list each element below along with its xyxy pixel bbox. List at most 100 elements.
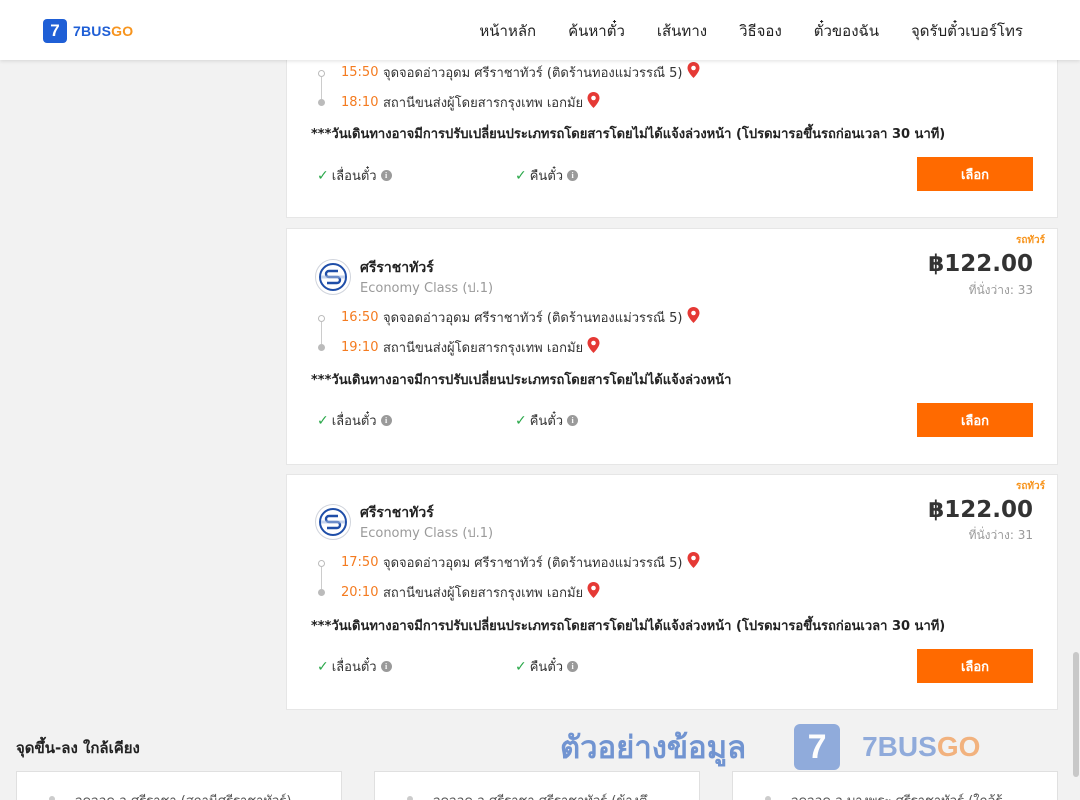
nearby-stop-card[interactable]: จุดจอด อ.ศรีราชา ศรีราชาทัวร์ (ข้างตึ (374, 771, 700, 800)
nav-routes[interactable]: เส้นทาง (657, 19, 707, 43)
seats-available: ที่นั่งว่าง: 33 (968, 283, 1033, 297)
arrive-dot (318, 589, 325, 596)
depart-dot (318, 560, 325, 567)
check-icon: ✓ (317, 167, 329, 184)
logo-mark: 7 (43, 19, 67, 43)
bus-class: Economy Class (ป.1) (360, 281, 494, 296)
arrive-row: 19:10 สถานีขนส่งผู้โดยสารกรุงเทพ เอกมัย (341, 337, 600, 357)
check-icon: ✓ (515, 658, 527, 675)
map-pin-icon[interactable] (587, 337, 600, 357)
stop-dot (765, 796, 771, 800)
info-icon[interactable]: i (380, 170, 392, 181)
nav-home[interactable]: หน้าหลัก (479, 19, 536, 43)
arrive-dot (318, 99, 325, 106)
operator-logo (315, 259, 351, 295)
top-header: 7 7BUSGO หน้าหลัก ค้นหาตั๋ว เส้นทาง วิธี… (0, 0, 1080, 60)
ticket-price: ฿122.00 (928, 251, 1033, 277)
operator-logo (315, 504, 351, 540)
arrive-place: สถานีขนส่งผู้โดยสารกรุงเทพ เอกมัย (383, 585, 584, 601)
check-icon: ✓ (317, 412, 329, 429)
depart-place: จุดจอดอ่าวอุดม ศรีราชาทัวร์ (ติดร้านทองแ… (383, 555, 683, 571)
map-pin-icon[interactable] (687, 552, 700, 572)
refund-ticket-option: ✓ คืนตั๋ว i (515, 165, 579, 186)
check-icon: ✓ (515, 412, 527, 429)
map-pin-icon[interactable] (687, 307, 700, 327)
depart-row: 16:50 จุดจอดอ่าวอุดม ศรีราชาทัวร์ (ติดร้… (341, 307, 700, 327)
arrive-time: 19:10 (341, 339, 379, 355)
logo-text: 7BUSGO (73, 23, 134, 39)
sample-data-watermark: ตัวอย่างข้อมูล 7 7BUSGO (560, 722, 980, 772)
refund-ticket-label: คืนตั๋ว (529, 660, 564, 675)
page-scrollbar[interactable] (1072, 60, 1080, 800)
select-button[interactable]: เลือก (917, 649, 1033, 683)
route-line (321, 567, 322, 589)
check-icon: ✓ (515, 167, 527, 184)
map-pin-icon[interactable] (587, 92, 600, 112)
nearby-stops-title: จุดขึ้น-ลง ใกล้เคียง (16, 739, 140, 757)
depart-dot (318, 70, 325, 77)
depart-place: จุดจอดอ่าวอุดม ศรีราชาทัวร์ (ติดร้านทองแ… (383, 65, 683, 81)
route-line (321, 77, 322, 99)
trip-note: ***วันเดินทางอาจมีการปรับเปลี่ยนประเภทรถ… (311, 619, 946, 634)
change-ticket-label: เลื่อนตั๋ว (331, 660, 377, 675)
nav-ticket-pickup[interactable]: จุดรับตั๋วเบอร์โทร (911, 19, 1023, 43)
scroll-thumb[interactable] (1073, 652, 1079, 777)
trip-card: รถทัวร์ ศรีราชาทัวร์ Economy Class (ป.1)… (286, 228, 1058, 465)
trip-note: ***วันเดินทางอาจมีการปรับเปลี่ยนประเภทรถ… (311, 127, 946, 142)
watermark-logo-mark: 7 (794, 724, 841, 770)
refund-ticket-label: คืนตั๋ว (529, 169, 564, 184)
ticket-price: ฿122.00 (928, 497, 1033, 523)
bus-class: Economy Class (ป.1) (360, 526, 494, 541)
trip-card: รถทัวร์ ศรีราชาทัวร์ Economy Class (ป.1)… (286, 474, 1058, 710)
depart-dot (318, 315, 325, 322)
info-icon[interactable]: i (380, 415, 392, 426)
nav-search-ticket[interactable]: ค้นหาตั๋ว (568, 19, 625, 43)
map-pin-icon[interactable] (687, 62, 700, 82)
refund-ticket-option: ✓ คืนตั๋ว i (515, 410, 579, 431)
nav-how-to-book[interactable]: วิธีจอง (739, 19, 782, 43)
nav-my-tickets[interactable]: ตั๋วของฉัน (814, 19, 879, 43)
change-ticket-option: ✓ เลื่อนตั๋ว i (317, 165, 392, 186)
depart-time: 17:50 (341, 554, 379, 570)
info-icon[interactable]: i (380, 661, 392, 672)
change-ticket-option: ✓ เลื่อนตั๋ว i (317, 410, 392, 431)
seats-available: ที่นั่งว่าง: 31 (968, 528, 1033, 542)
depart-row: 15:50 จุดจอดอ่าวอุดม ศรีราชาทัวร์ (ติดร้… (341, 62, 700, 82)
arrive-row: 20:10 สถานีขนส่งผู้โดยสารกรุงเทพ เอกมัย (341, 582, 600, 602)
refund-ticket-label: คืนตั๋ว (529, 414, 564, 429)
watermark-text: ตัวอย่างข้อมูล (560, 730, 747, 766)
nearby-stop-card[interactable]: จุดจอด อ.บางพระ ศรีราชาทัวร์ (ใกล้ร้ (732, 771, 1058, 800)
select-button[interactable]: เลือก (917, 403, 1033, 437)
trip-note: ***วันเดินทางอาจมีการปรับเปลี่ยนประเภทรถ… (311, 373, 732, 388)
arrive-place: สถานีขนส่งผู้โดยสารกรุงเทพ เอกมัย (383, 95, 584, 111)
operator-name: ศรีราชาทัวร์ (360, 260, 434, 276)
arrive-dot (318, 344, 325, 351)
depart-row: 17:50 จุดจอดอ่าวอุดม ศรีราชาทัวร์ (ติดร้… (341, 552, 700, 572)
arrive-place: สถานีขนส่งผู้โดยสารกรุงเทพ เอกมัย (383, 340, 584, 356)
info-icon[interactable]: i (567, 170, 579, 181)
nearby-stop-name: จุดจอด อ.ศรีราชา (สถานีศรีราชาทัวร์) (75, 790, 291, 800)
arrive-time: 18:10 (341, 94, 379, 110)
stop-dot (49, 796, 55, 800)
change-ticket-option: ✓ เลื่อนตั๋ว i (317, 656, 392, 677)
change-ticket-label: เลื่อนตั๋ว (331, 169, 377, 184)
main-nav: หน้าหลัก ค้นหาตั๋ว เส้นทาง วิธีจอง ตั๋วข… (479, 19, 1023, 43)
info-icon[interactable]: i (567, 415, 579, 426)
nearby-stop-name: จุดจอด อ.ศรีราชา ศรีราชาทัวร์ (ข้างตึ (433, 790, 647, 800)
nearby-stop-name: จุดจอด อ.บางพระ ศรีราชาทัวร์ (ใกล้ร้ (791, 790, 1002, 800)
trip-card: 15:50 จุดจอดอ่าวอุดม ศรีราชาทัวร์ (ติดร้… (286, 40, 1058, 218)
bus-type-badge: รถทัวร์ (1015, 235, 1045, 246)
depart-time: 16:50 (341, 309, 379, 325)
arrive-row: 18:10 สถานีขนส่งผู้โดยสารกรุงเทพ เอกมัย (341, 92, 600, 112)
info-icon[interactable]: i (567, 661, 579, 672)
nearby-stop-card[interactable]: จุดจอด อ.ศรีราชา (สถานีศรีราชาทัวร์) (16, 771, 342, 800)
depart-place: จุดจอดอ่าวอุดม ศรีราชาทัวร์ (ติดร้านทองแ… (383, 310, 683, 326)
check-icon: ✓ (317, 658, 329, 675)
change-ticket-label: เลื่อนตั๋ว (331, 414, 377, 429)
watermark-brand: 7BUSGO (862, 731, 981, 762)
refund-ticket-option: ✓ คืนตั๋ว i (515, 656, 579, 677)
site-logo[interactable]: 7 7BUSGO (43, 19, 133, 43)
operator-name: ศรีราชาทัวร์ (360, 505, 434, 521)
map-pin-icon[interactable] (587, 582, 600, 602)
select-button[interactable]: เลือก (917, 157, 1033, 191)
